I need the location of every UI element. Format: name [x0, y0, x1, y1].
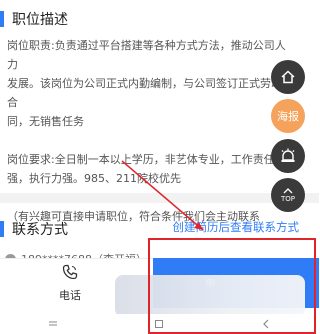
poster-label: 海报	[277, 110, 299, 123]
section-accent-bar	[0, 221, 4, 237]
duty-line: 发展。该岗位为公司正式内勤编制，与公司签订正式劳动合	[7, 77, 282, 109]
phone-icon	[62, 264, 78, 280]
menu-icon[interactable]	[48, 319, 58, 329]
alarm-icon	[281, 148, 295, 162]
home-icon	[281, 70, 295, 84]
annotation-box	[148, 238, 316, 334]
job-section-header: 职位描述	[0, 9, 68, 29]
section-accent-bar	[0, 11, 4, 27]
back-to-top-button[interactable]: TOP	[271, 178, 305, 212]
requirement-line: 岗位要求:全日制一本以上学历，非艺体专业，工作责任心	[7, 153, 286, 166]
call-button[interactable]: 电话	[45, 264, 95, 303]
requirement-line: 强，执行力强。985、211院校优先	[7, 172, 181, 185]
duty-line: 同，无销售任务	[7, 115, 84, 128]
poster-button[interactable]: 海报	[271, 99, 305, 133]
create-resume-link[interactable]: 创建简历后查看联系方式	[173, 219, 300, 235]
contact-section-header: 联系方式	[0, 219, 68, 239]
home-button[interactable]	[271, 60, 305, 94]
alarm-button[interactable]	[271, 139, 305, 173]
top-label: TOP	[280, 194, 295, 203]
job-section-title: 职位描述	[12, 12, 68, 28]
chevron-up-icon	[283, 187, 293, 193]
contact-section-title: 联系方式	[12, 222, 68, 238]
call-label: 电话	[59, 289, 81, 302]
duty-line: 岗位职责:负责通过平台搭建等各种方式方法，推动公司人力	[7, 39, 286, 71]
